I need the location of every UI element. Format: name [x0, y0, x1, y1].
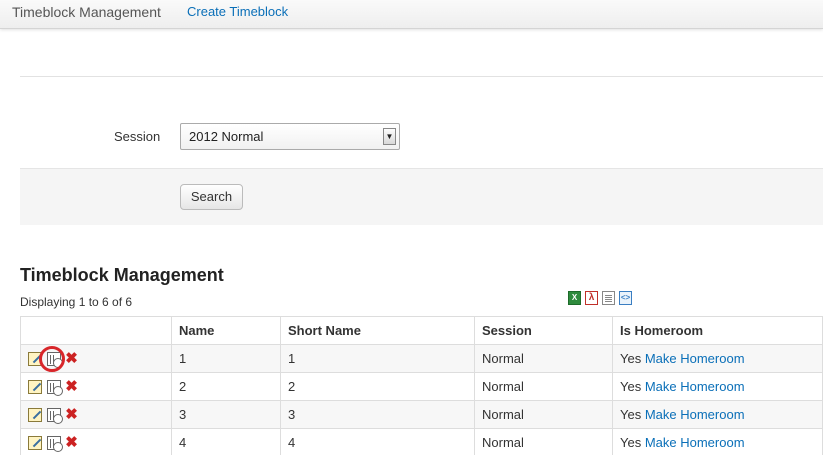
search-button[interactable]: Search	[180, 184, 243, 210]
table-row: ✖ 1 1 Normal Yes Make Homeroom	[20, 344, 823, 373]
delete-icon[interactable]: ✖	[65, 351, 78, 366]
cell-is-homeroom: Yes Make Homeroom	[612, 372, 823, 401]
schedule-icon[interactable]	[46, 408, 63, 425]
text-icon[interactable]	[602, 291, 615, 305]
table-row: ✖ 2 2 Normal Yes Make Homeroom	[20, 372, 823, 401]
cell-name: 1	[171, 344, 281, 373]
delete-icon[interactable]: ✖	[65, 379, 78, 394]
homeroom-status: Yes	[620, 435, 645, 450]
cell-session: Normal	[474, 400, 613, 429]
divider	[20, 76, 823, 77]
schedule-icon[interactable]	[46, 380, 63, 397]
edit-icon[interactable]	[28, 352, 42, 367]
cell-session: Normal	[474, 372, 613, 401]
make-homeroom-link[interactable]: Make Homeroom	[645, 379, 745, 394]
row-actions: ✖	[20, 428, 172, 455]
export-toolbar: X λ <>	[568, 291, 632, 305]
make-homeroom-link[interactable]: Make Homeroom	[645, 351, 745, 366]
delete-icon[interactable]: ✖	[65, 407, 78, 422]
homeroom-status: Yes	[620, 407, 645, 422]
row-actions: ✖	[20, 344, 172, 373]
top-nav: Timeblock Management Create Timeblock	[0, 0, 823, 29]
edit-icon[interactable]	[28, 380, 42, 395]
pdf-icon[interactable]: λ	[585, 291, 598, 305]
search-panel	[20, 168, 823, 225]
cell-short-name: 1	[280, 344, 475, 373]
cell-is-homeroom: Yes Make Homeroom	[612, 344, 823, 373]
cell-is-homeroom: Yes Make Homeroom	[612, 400, 823, 429]
table-header-row: Name Short Name Session Is Homeroom	[20, 316, 823, 345]
header-is-homeroom[interactable]: Is Homeroom	[612, 316, 823, 345]
delete-icon[interactable]: ✖	[65, 435, 78, 450]
header-name[interactable]: Name	[171, 316, 281, 345]
row-actions: ✖	[20, 372, 172, 401]
homeroom-status: Yes	[620, 379, 645, 394]
cell-name: 4	[171, 428, 281, 455]
section-title: Timeblock Management	[20, 265, 224, 285]
edit-icon[interactable]	[28, 408, 42, 423]
cell-session: Normal	[474, 428, 613, 455]
schedule-icon[interactable]	[46, 352, 63, 369]
table-row: ✖ 3 3 Normal Yes Make Homeroom	[20, 400, 823, 429]
header-session[interactable]: Session	[474, 316, 613, 345]
cell-name: 2	[171, 372, 281, 401]
row-actions: ✖	[20, 400, 172, 429]
cell-short-name: 4	[280, 428, 475, 455]
display-count: Displaying 1 to 6 of 6	[20, 295, 133, 309]
timeblock-table: Name Short Name Session Is Homeroom ✖ 1 …	[20, 316, 823, 455]
nav-title[interactable]: Timeblock Management	[12, 4, 161, 20]
create-timeblock-link[interactable]: Create Timeblock	[187, 4, 288, 19]
header-actions	[20, 316, 172, 345]
make-homeroom-link[interactable]: Make Homeroom	[645, 435, 745, 450]
cell-short-name: 3	[280, 400, 475, 429]
excel-icon[interactable]: X	[568, 291, 581, 305]
cell-short-name: 2	[280, 372, 475, 401]
homeroom-status: Yes	[620, 351, 645, 366]
chevron-down-icon[interactable]: ▼	[383, 128, 396, 145]
edit-icon[interactable]	[28, 436, 42, 451]
cell-session: Normal	[474, 344, 613, 373]
make-homeroom-link[interactable]: Make Homeroom	[645, 407, 745, 422]
table-row: ✖ 4 4 Normal Yes Make Homeroom	[20, 428, 823, 455]
xml-icon[interactable]: <>	[619, 291, 632, 305]
schedule-icon[interactable]	[46, 436, 63, 453]
session-label: Session	[114, 129, 161, 144]
cell-is-homeroom: Yes Make Homeroom	[612, 428, 823, 455]
session-select[interactable]: 2012 Normal ▼	[180, 123, 400, 150]
header-short-name[interactable]: Short Name	[280, 316, 475, 345]
cell-name: 3	[171, 400, 281, 429]
session-select-value: 2012 Normal	[189, 129, 264, 144]
